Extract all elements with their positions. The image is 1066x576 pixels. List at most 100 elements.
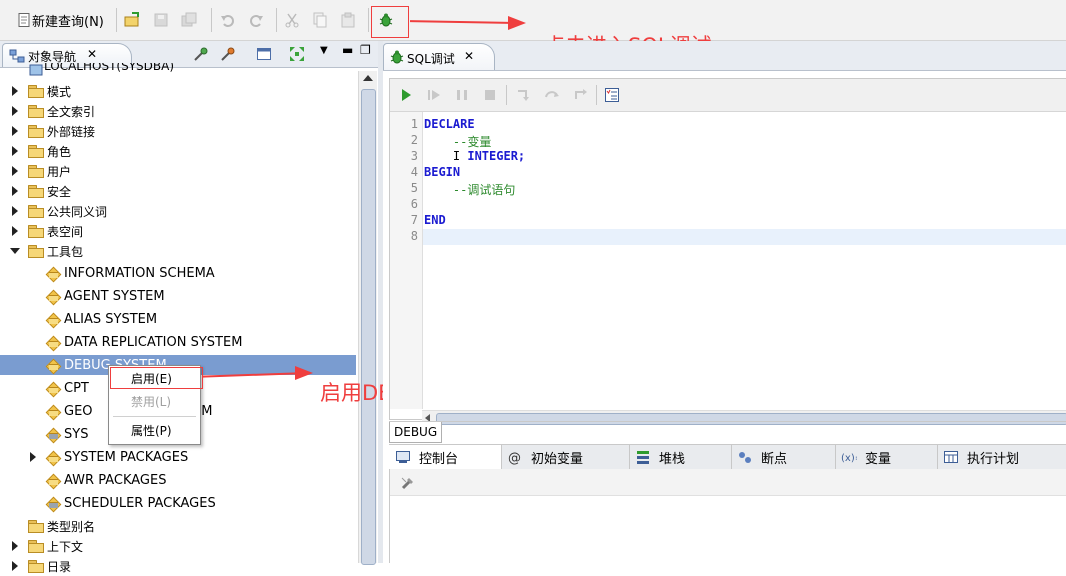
tab-initial-variables[interactable]: @ 初始变量 xyxy=(501,445,630,469)
code-line[interactable]: --调试语句 xyxy=(424,181,515,198)
copy-button[interactable] xyxy=(312,9,328,31)
minimize-icon[interactable]: ▬ xyxy=(342,43,353,57)
scroll-up-icon[interactable] xyxy=(363,75,373,81)
tree-item[interactable]: ALIAS SYSTEM xyxy=(0,309,356,329)
paste-button[interactable] xyxy=(340,9,356,31)
tree-item[interactable]: 角色 xyxy=(0,141,356,161)
disconnect-icon[interactable] xyxy=(220,46,236,62)
cut-button[interactable] xyxy=(284,9,300,31)
stop-icon[interactable] xyxy=(482,87,498,103)
tree-item[interactable]: 安全 xyxy=(0,181,356,201)
at-icon: @ xyxy=(507,449,523,466)
clear-console-icon[interactable] xyxy=(400,475,416,491)
tab-console[interactable]: 控制台 xyxy=(389,445,502,469)
expand-toggle-icon[interactable] xyxy=(10,166,20,176)
code-line[interactable]: END xyxy=(424,213,446,227)
tree-item-label: 类型别名 xyxy=(47,519,96,534)
package-icon xyxy=(46,289,61,304)
paste-icon xyxy=(340,12,356,28)
tree-item-label: 全文索引 xyxy=(47,104,96,119)
navigator-icon xyxy=(9,48,25,64)
connect-icon[interactable] xyxy=(193,46,209,62)
tree-item[interactable]: AGENT SYSTEM xyxy=(0,286,356,306)
open-file-button[interactable] xyxy=(124,9,140,31)
code-line[interactable]: I INTEGER; xyxy=(424,149,525,163)
expand-toggle-icon[interactable] xyxy=(10,186,20,196)
save-all-button[interactable] xyxy=(181,9,197,31)
scrollbar-thumb[interactable] xyxy=(361,89,376,565)
window-icon[interactable] xyxy=(256,46,272,62)
tree-item-label: CPT xyxy=(64,380,89,396)
tree-item[interactable]: DATA REPLICATION SYSTEM xyxy=(0,332,356,352)
sql-text: I xyxy=(424,149,468,163)
current-line-highlight xyxy=(423,229,1066,245)
pause-icon[interactable] xyxy=(454,87,470,103)
step-over-icon[interactable] xyxy=(544,87,560,103)
debug-tab[interactable]: DEBUG xyxy=(389,422,443,443)
collapse-toggle-icon[interactable] xyxy=(10,246,20,256)
tree-item[interactable]: 类型别名 xyxy=(0,516,356,536)
menu-item-properties[interactable]: 属性(P) xyxy=(109,420,200,442)
tree-item-label: 安全 xyxy=(47,184,72,199)
tree-item-label: 公共同义词 xyxy=(47,204,108,219)
open-folder-icon xyxy=(124,12,140,28)
run-icon[interactable] xyxy=(398,87,414,103)
line-number: 4 xyxy=(410,165,418,179)
tab-breakpoints[interactable]: 断点 xyxy=(731,445,836,469)
view-menu-icon[interactable]: ▼ xyxy=(320,45,328,56)
step-into-icon[interactable] xyxy=(516,87,532,103)
tree-item-label: 外部链接 xyxy=(47,124,96,139)
undo-button[interactable] xyxy=(220,9,236,31)
maximize-icon[interactable]: ❐ xyxy=(360,43,371,57)
tree-item[interactable]: AWR PACKAGES xyxy=(0,470,356,490)
expand-toggle-icon[interactable] xyxy=(10,126,20,136)
checklist-icon[interactable] xyxy=(604,87,620,103)
redo-button[interactable] xyxy=(248,9,264,31)
close-icon[interactable]: ✕ xyxy=(464,49,474,63)
code-line[interactable]: DECLARE xyxy=(424,117,475,131)
expand-toggle-icon[interactable] xyxy=(10,541,20,551)
tree-item[interactable]: SYSTEM PACKAGES xyxy=(0,447,356,467)
expand-toggle-icon[interactable] xyxy=(10,226,20,236)
tree-item-label: SYSTEM PACKAGES xyxy=(64,449,189,465)
navigator-scrollbar[interactable] xyxy=(358,71,377,565)
tree-item[interactable]: 用户 xyxy=(0,161,356,181)
tab-stack[interactable]: 堆栈 xyxy=(629,445,732,469)
step-return-icon[interactable] xyxy=(572,87,588,103)
tree-item[interactable]: 全文索引 xyxy=(0,101,356,121)
tree-item-label: 角色 xyxy=(47,144,72,159)
code-line[interactable]: BEGIN xyxy=(424,165,460,179)
save-button[interactable] xyxy=(153,9,169,31)
tree-item[interactable]: INFORMATION SCHEMA xyxy=(0,263,356,283)
close-icon[interactable]: ✕ xyxy=(87,47,97,61)
enable-item-highlight xyxy=(110,367,203,389)
tab-breakpoints-label: 断点 xyxy=(761,451,788,467)
line-number: 7 xyxy=(410,213,418,227)
step-resume-icon[interactable] xyxy=(426,87,442,103)
tree-item[interactable]: SCHEDULER PACKAGES xyxy=(0,493,356,513)
new-query-button[interactable]: 新建查询(N) xyxy=(16,9,104,31)
tree-item[interactable]: 日录 xyxy=(0,556,356,576)
tree-item[interactable]: 外部链接 xyxy=(0,121,356,141)
tab-execution-plan[interactable]: 执行计划 xyxy=(937,445,1066,469)
tree-root[interactable]: LOCALHOST(SYSDBA) xyxy=(0,63,356,77)
code-line[interactable]: --变量 xyxy=(424,133,491,150)
sql-debug-tab[interactable]: SQL调试 ✕ xyxy=(383,43,495,70)
expand-toggle-icon[interactable] xyxy=(28,452,38,462)
svg-text:@: @ xyxy=(508,451,521,465)
tab-variables[interactable]: (x)= 变量 xyxy=(835,445,938,469)
expand-toggle-icon[interactable] xyxy=(10,146,20,156)
tree-item[interactable]: 公共同义词 xyxy=(0,201,356,221)
tab-initial-variables-label: 初始变量 xyxy=(531,451,584,467)
expand-toggle-icon[interactable] xyxy=(10,86,20,96)
console-toolbar xyxy=(390,469,1066,496)
menu-item-disable[interactable]: 禁用(L) xyxy=(109,391,200,413)
expand-toggle-icon[interactable] xyxy=(10,106,20,116)
expand-all-icon[interactable] xyxy=(289,46,305,62)
tree-item[interactable]: 工具包 xyxy=(0,241,356,261)
tree-item-label: SCHEDULER PACKAGES xyxy=(64,495,216,511)
expand-toggle-icon[interactable] xyxy=(10,206,20,216)
tree-item[interactable]: 表空间 xyxy=(0,221,356,241)
tree-item[interactable]: 模式 xyxy=(0,81,356,101)
tree-item[interactable]: 上下文 xyxy=(0,536,356,556)
